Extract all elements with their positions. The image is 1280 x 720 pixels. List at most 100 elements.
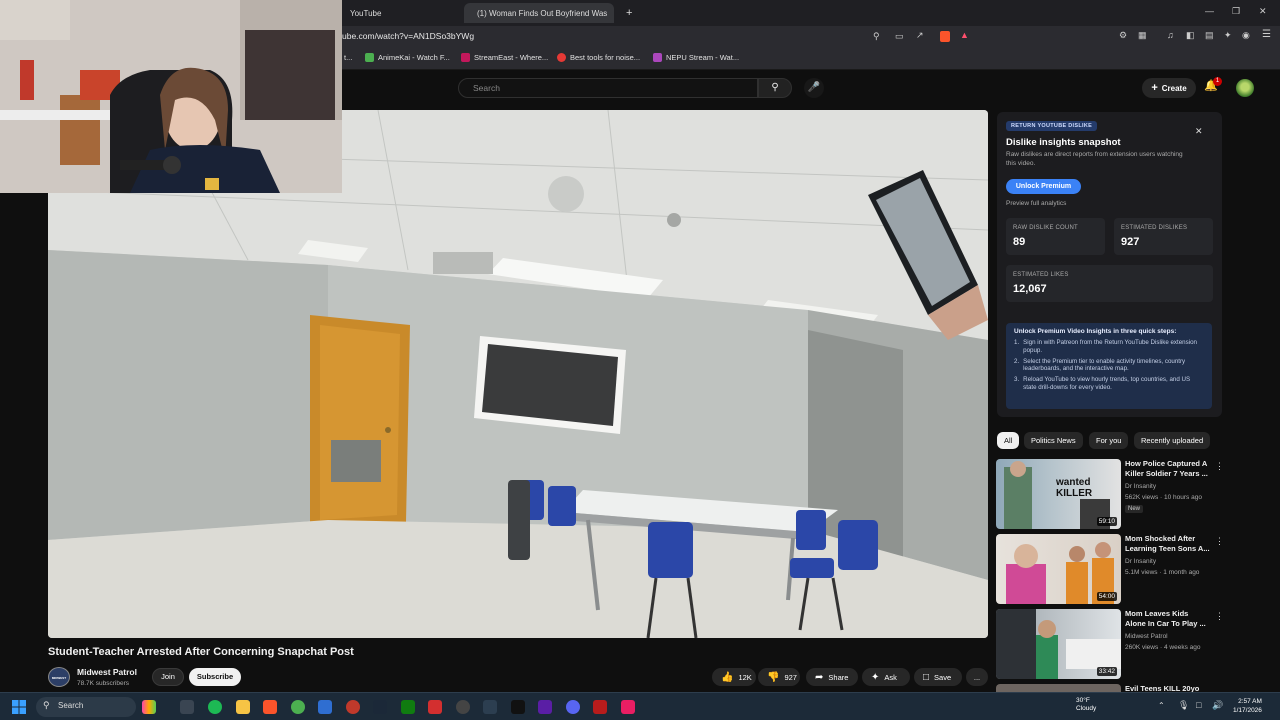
bookmark-animekai[interactable]: AnimeKai - Watch F... [365,53,450,62]
join-button[interactable]: Join [152,668,184,686]
app-icon-darkred[interactable] [593,700,607,714]
like-button[interactable]: 👍 12K [712,668,756,686]
menu-icon[interactable]: ☰ [1262,29,1271,40]
video-thumbnail[interactable] [996,684,1121,692]
stat-value: 89 [1013,236,1026,248]
minimize-icon[interactable]: — [1205,6,1214,16]
share-page-icon[interactable]: ↗ [916,30,924,41]
video-thumbnail[interactable]: wanted KILLER 59:10 [996,459,1121,529]
weather-widget[interactable]: 30°F Cloudy [1076,697,1096,713]
windows-taskbar: ⚲ Search 30°F Cloudy ⌃ 🎙 □ 🔊 2:57 AM 1/1… [0,692,1280,720]
save-label: Save [934,672,952,682]
brave-rewards-icon[interactable]: ▲ [960,30,969,40]
tab-youtube[interactable]: YouTube [342,3,389,23]
rec-channel[interactable]: Dr Insanity [1125,558,1156,565]
ryd-badge: RETURN YOUTUBE DISLIKE [1006,121,1098,131]
search-input[interactable]: Search [458,78,758,98]
more-vertical-icon[interactable]: ⋮ [1215,536,1224,547]
microphone-tray-icon[interactable]: 🎙 [1178,700,1189,711]
more-vertical-icon[interactable]: ⋮ [1215,611,1224,622]
sidebar-icon[interactable]: ◧ [1186,30,1195,41]
network-icon[interactable]: □ [1196,700,1201,710]
discord-icon[interactable] [566,700,580,714]
recommendation-item[interactable]: Evil Teens KILL 20yo [996,684,1226,692]
rec-title[interactable]: How Police Captured A Killer Soldier 7 Y… [1125,459,1210,479]
more-vertical-icon[interactable]: ⋮ [1215,461,1224,472]
app-icon-gray[interactable] [483,700,497,714]
dislike-button[interactable]: 👎 927 [758,668,800,686]
recommendation-item[interactable]: wanted KILLER 59:10 How Police Captured … [996,459,1226,529]
rec-channel[interactable]: Midwest Patrol [1125,633,1168,640]
rec-channel[interactable]: Dr Insanity [1125,483,1156,490]
share-button[interactable]: ➦ Share [806,668,858,686]
maps-icon[interactable] [291,700,305,714]
zoom-icon[interactable]: ⚲ [873,31,880,42]
chip-politics-news[interactable]: Politics News [1024,432,1083,449]
preview-analytics-link[interactable]: Preview full analytics [1006,200,1066,207]
stat-value: 12,067 [1013,283,1047,295]
extensions-icon[interactable]: ⚙ [1119,30,1127,41]
duration-badge: 59:10 [1096,517,1117,526]
xbox-icon[interactable] [401,700,415,714]
wallet-alt-icon[interactable]: ▤ [1205,30,1214,41]
tab-label: (1) Woman Finds Out Boyfriend Was [477,8,608,18]
wallet-icon[interactable]: ▦ [1138,30,1147,41]
close-window-icon[interactable]: ✕ [1259,6,1267,17]
voice-search-button[interactable]: 🎤 [804,78,824,98]
bookmark-noise-tools[interactable]: Best tools for noise... [557,53,640,62]
recommendation-item[interactable]: 33:42 Mom Leaves Kids Alone In Car To Pl… [996,609,1226,679]
epic-games-icon[interactable] [511,700,525,714]
ask-button[interactable]: ✦ Ask [862,668,910,686]
taskbar-clock[interactable]: 2:57 AM 1/17/2026 [1233,697,1262,715]
vscode-icon[interactable] [318,700,332,714]
brave-shield-icon[interactable] [940,31,950,42]
taskbar-search[interactable]: ⚲ Search [36,697,136,717]
bookmark-streameast[interactable]: StreamEast - Where... [461,53,548,62]
vpn-icon[interactable]: ◉ [1242,30,1250,41]
cast-icon[interactable]: ▭ [895,31,904,42]
chip-recently-uploaded[interactable]: Recently uploaded [1134,432,1211,449]
next-app-icon[interactable] [538,700,552,714]
file-explorer-icon[interactable] [236,700,250,714]
app-icon-red[interactable] [428,700,442,714]
chip-all[interactable]: All [997,432,1020,449]
obs-icon[interactable] [456,700,470,714]
rec-title[interactable]: Mom Leaves Kids Alone In Car To Play ... [1125,609,1210,629]
chip-for-you[interactable]: For you [1089,432,1129,449]
avatar[interactable] [1236,79,1254,97]
video-thumbnail[interactable]: 54:00 [996,534,1121,604]
unlock-premium-button[interactable]: Unlock Premium [1006,179,1081,194]
more-actions-button[interactable]: ... [966,668,988,686]
windows-start-icon[interactable] [12,700,26,714]
restore-icon[interactable]: ❐ [1232,6,1240,17]
steam-icon[interactable] [373,700,387,714]
leo-ai-icon[interactable]: ✦ [1224,30,1232,41]
rec-title[interactable]: Mom Shocked After Learning Teen Sons A..… [1125,534,1210,554]
subscribe-button[interactable]: Subscribe [189,668,241,686]
search-button[interactable]: ⚲ [758,78,792,98]
volume-icon[interactable]: 🔊 [1212,700,1223,711]
url-field[interactable]: ube.com/watch?v=AN1DSo3bYWg [342,31,474,41]
opera-icon[interactable] [346,700,360,714]
save-button[interactable]: □ Save [914,668,962,686]
recommendation-item[interactable]: 54:00 Mom Shocked After Learning Teen So… [996,534,1226,604]
channel-name[interactable]: Midwest Patrol [77,667,137,677]
weather-temp: 30°F [1076,697,1090,704]
search-highlight-icon[interactable] [142,700,156,714]
spotify-icon[interactable] [208,700,222,714]
new-tab-button[interactable]: + [618,3,640,23]
rec-title[interactable]: Evil Teens KILL 20yo [1125,684,1210,692]
tray-chevron-icon[interactable]: ⌃ [1158,701,1165,710]
create-button[interactable]: + Create [1142,78,1196,98]
channel-avatar[interactable]: MIDWEST PATROL [48,667,70,700]
music-icon[interactable]: ♫ [1167,30,1174,40]
bookmark-nepu[interactable]: NEPU Stream - Wat... [653,53,739,62]
clock-date: 1/17/2026 [1233,707,1262,714]
bookmark-1[interactable]: t... [344,53,352,62]
task-view-icon[interactable] [180,700,194,714]
tiktok-icon[interactable] [621,700,635,714]
brave-browser-icon[interactable] [263,700,277,714]
video-thumbnail[interactable]: 33:42 [996,609,1121,679]
tab-active-video[interactable]: (1) Woman Finds Out Boyfriend Was [464,3,614,23]
close-icon[interactable]: ✕ [1195,126,1203,137]
